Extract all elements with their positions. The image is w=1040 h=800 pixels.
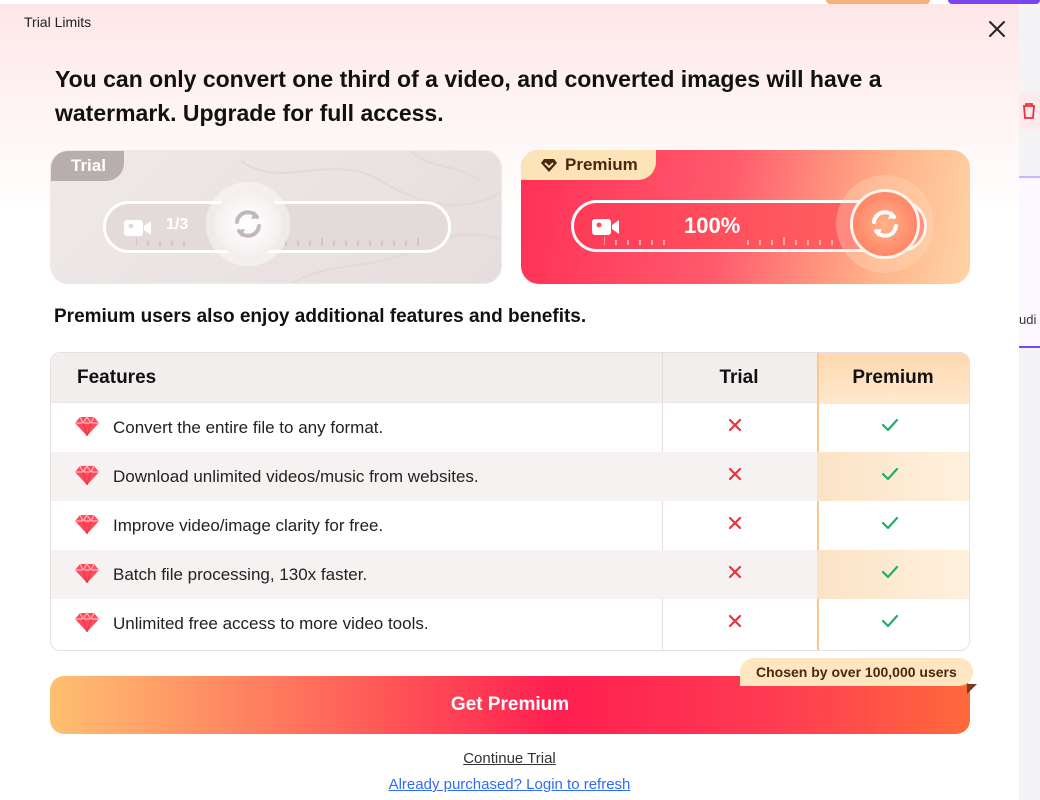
login-refresh-link[interactable]: Already purchased? Login to refresh (0, 776, 1019, 793)
refresh-icon (235, 210, 261, 238)
continue-trial-link[interactable]: Continue Trial (0, 750, 1019, 767)
gem-icon (75, 562, 99, 588)
header-features: Features (77, 367, 157, 388)
trial-tag-label: Trial (71, 156, 106, 175)
gem-icon (75, 611, 99, 637)
cross-icon (727, 417, 743, 438)
trial-tag: Trial (51, 151, 124, 181)
gem-icon (75, 464, 99, 490)
gem-icon (75, 513, 99, 539)
cross-icon (727, 515, 743, 536)
diamond-crown-icon (541, 159, 557, 172)
premium-tag: Premium (521, 150, 656, 180)
trial-card: Trial 1/3 (50, 150, 502, 284)
trial-limits-dialog: Trial Limits You can only convert one th… (0, 4, 1019, 800)
feature-label: Convert the entire file to any format. (113, 418, 384, 437)
trial-convert-knob (214, 190, 282, 258)
feature-label: Improve video/image clarity for free. (113, 516, 384, 535)
continue-trial-label: Continue Trial (463, 750, 556, 767)
badge-tail (967, 684, 977, 694)
gem-icon (75, 415, 99, 441)
check-icon (881, 564, 899, 585)
feature-label: Download unlimited videos/music from web… (113, 467, 479, 486)
feature-label: Batch file processing, 130x faster. (113, 565, 368, 584)
features-table: Features Trial Premium Convert the entir… (50, 352, 970, 651)
trash-icon (1018, 93, 1040, 129)
table-row: Unlimited free access to more video tool… (51, 599, 969, 648)
check-icon (881, 515, 899, 536)
premium-progress-slider: 100% (571, 189, 927, 259)
check-icon (881, 613, 899, 634)
trial-progress-label: 1/3 (166, 216, 189, 233)
benefits-subheading: Premium users also enjoy additional feat… (54, 306, 587, 327)
table-row: Download unlimited videos/music from web… (51, 452, 969, 501)
refresh-icon (872, 210, 898, 238)
cross-icon (727, 564, 743, 585)
users-badge: Chosen by over 100,000 users (740, 658, 973, 686)
close-button[interactable] (984, 16, 1010, 42)
dialog-title: Trial Limits (24, 14, 92, 30)
premium-convert-knob (850, 189, 920, 259)
table-row: Convert the entire file to any format. (51, 403, 969, 452)
check-icon (881, 417, 899, 438)
premium-ticks (604, 237, 833, 245)
get-premium-label: Get Premium (450, 694, 570, 715)
premium-tag-label: Premium (565, 155, 638, 174)
headline: You can only convert one third of a vide… (55, 66, 882, 126)
cross-icon (727, 466, 743, 487)
trial-progress-slider: 1/3 (103, 190, 451, 258)
login-refresh-label: Already purchased? Login to refresh (388, 776, 631, 793)
header-trial: Trial (719, 367, 759, 388)
trial-ticks (136, 238, 419, 246)
cross-icon (727, 613, 743, 634)
check-icon (881, 466, 899, 487)
close-icon (989, 21, 1005, 37)
table-row: Batch file processing, 130x faster. (51, 550, 969, 599)
header-premium: Premium (852, 367, 934, 388)
background-panel-label: udi (1019, 312, 1037, 327)
premium-card: Premium 100% (521, 150, 970, 284)
table-row: Improve video/image clarity for free. (51, 501, 969, 550)
feature-label: Unlimited free access to more video tool… (113, 614, 429, 633)
